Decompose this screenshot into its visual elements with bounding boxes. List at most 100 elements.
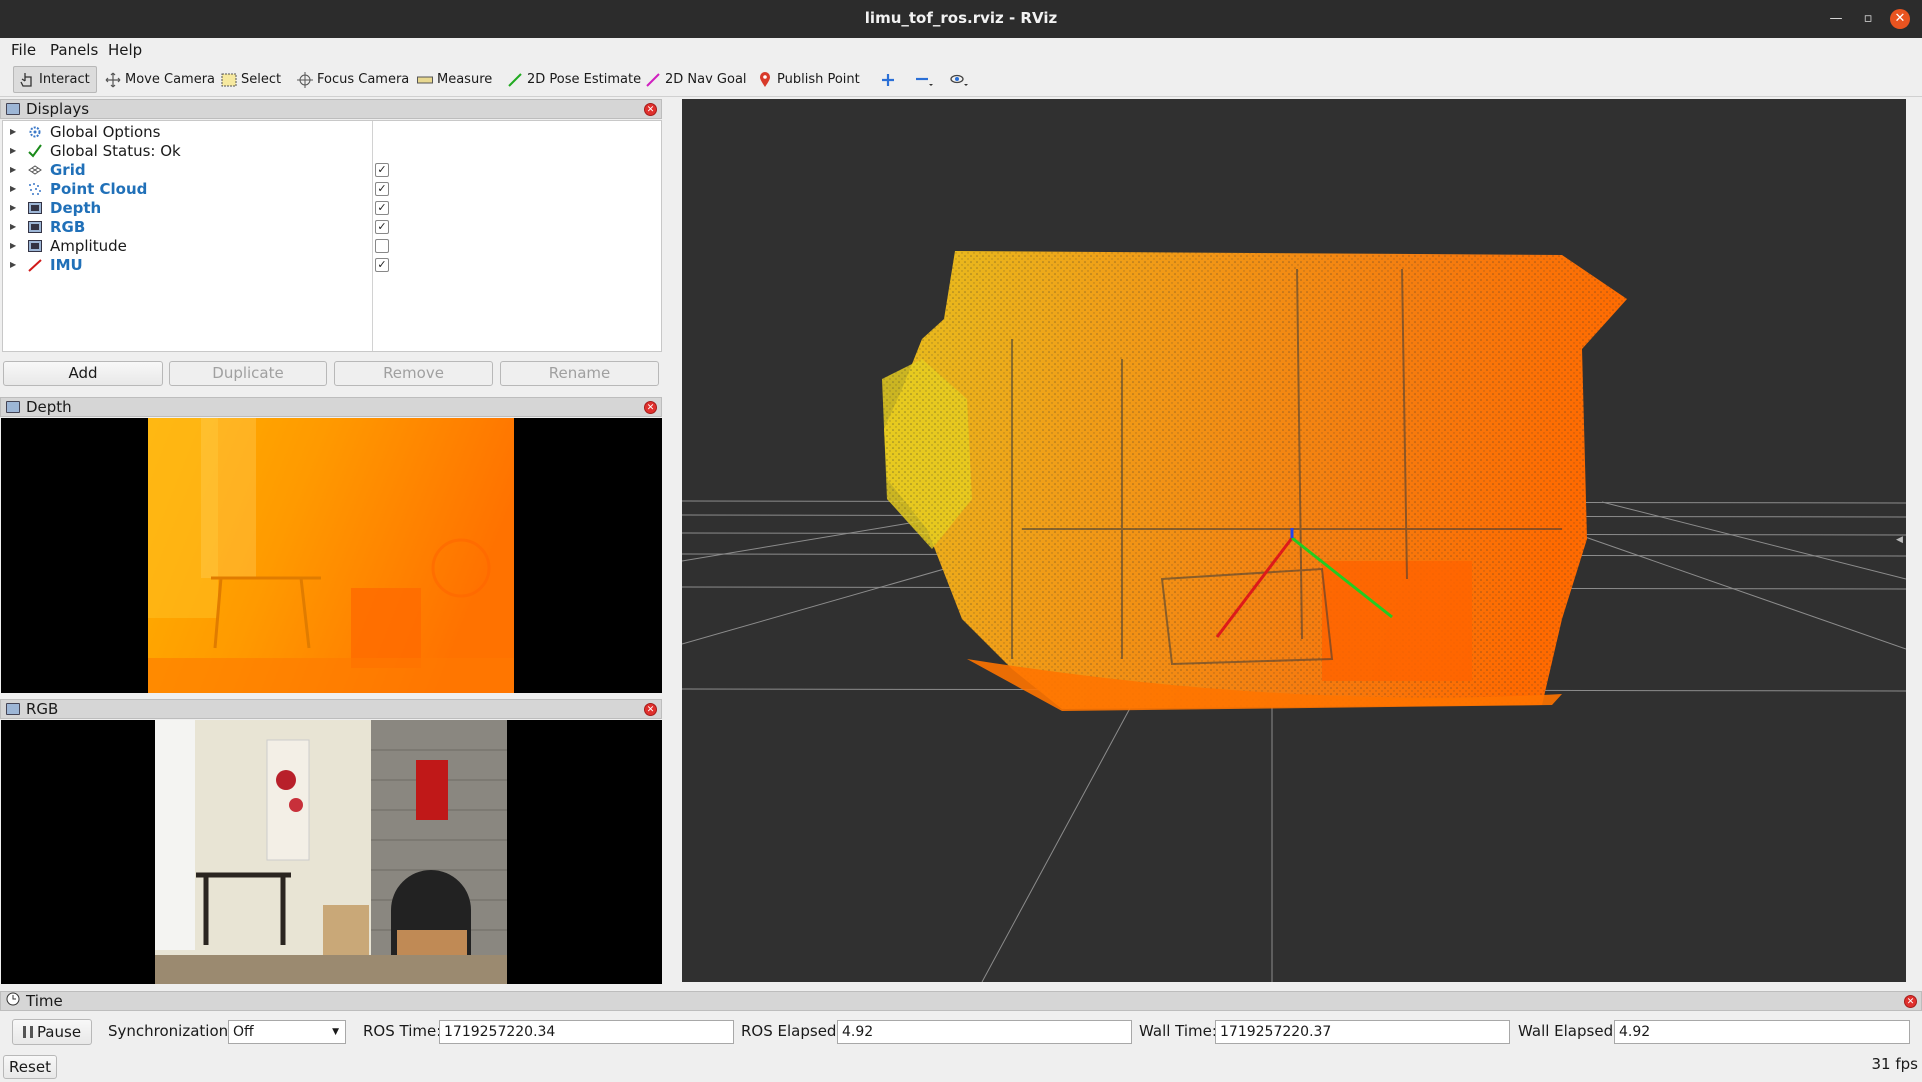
display-row-grid[interactable]: ▶ Grid — [3, 160, 661, 179]
remove-display-button[interactable]: Remove — [334, 361, 493, 386]
interact-tool-button[interactable]: Interact — [13, 66, 97, 93]
time-panel-header: Time ✕ — [0, 991, 1922, 1011]
collapse-right-icon[interactable]: ◀ — [1896, 535, 1904, 547]
displays-panel-title: Displays — [26, 100, 90, 118]
interact-tool-label: Interact — [39, 72, 90, 87]
close-depth-panel-icon[interactable]: ✕ — [644, 401, 657, 414]
grid-enabled-checkbox[interactable]: ✓ — [375, 163, 389, 177]
menu-help[interactable]: Help — [108, 41, 142, 59]
move-camera-tool-button[interactable]: Move Camera — [100, 66, 220, 93]
maximize-icon[interactable]: ▫ — [1858, 9, 1878, 29]
move-arrows-icon — [105, 72, 121, 88]
synchronization-label: Synchronization: — [108, 1022, 234, 1040]
reset-button[interactable]: Reset — [3, 1055, 57, 1079]
tool-bar: Interact Move Camera Select Focus Camera… — [0, 62, 1922, 97]
point-cloud-render — [682, 251, 1906, 982]
display-row-rgb[interactable]: ▶ RGB — [3, 217, 661, 236]
pose-estimate-tool-label: 2D Pose Estimate — [527, 72, 642, 87]
point-cloud-shape — [882, 251, 1627, 711]
depth-image — [148, 418, 514, 693]
ros-time-label: ROS Time: — [363, 1022, 442, 1040]
rename-display-button[interactable]: Rename — [500, 361, 659, 386]
green-arrow-icon — [507, 72, 523, 88]
time-panel-title: Time — [26, 992, 63, 1010]
nav-goal-tool-button[interactable]: 2D Nav Goal — [640, 66, 752, 93]
rgb-image — [155, 720, 507, 984]
expand-arrow-icon[interactable]: ▶ — [10, 184, 20, 193]
monitor-icon — [6, 103, 20, 115]
window-title: limu_tof_ros.rviz - RViz — [864, 9, 1058, 27]
pause-button[interactable]: Pause — [12, 1019, 92, 1045]
publish-point-tool-button[interactable]: Publish Point — [752, 66, 865, 93]
menu-file[interactable]: File — [11, 41, 36, 59]
rgb-panel-title: RGB — [26, 700, 59, 718]
grid-icon — [26, 164, 44, 176]
rgb-enabled-checkbox[interactable]: ✓ — [375, 220, 389, 234]
depth-image-view — [1, 418, 662, 693]
wall-time-field[interactable]: 1719257220.37 — [1215, 1020, 1510, 1044]
map-pin-icon — [757, 71, 773, 88]
focus-camera-tool-button[interactable]: Focus Camera — [292, 66, 414, 93]
expand-arrow-icon[interactable]: ▶ — [10, 203, 20, 212]
axes-icon — [26, 258, 44, 272]
display-row-imu[interactable]: ▶ IMU — [3, 255, 661, 274]
close-rgb-panel-icon[interactable]: ✕ — [644, 703, 657, 716]
minimize-icon[interactable]: — — [1826, 9, 1846, 29]
hand-cursor-icon — [19, 72, 35, 88]
expand-arrow-icon[interactable]: ▶ — [10, 127, 20, 136]
display-row-amplitude[interactable]: ▶ Amplitude — [3, 236, 661, 255]
image-icon — [26, 239, 44, 252]
remove-tool-icon[interactable] — [910, 66, 938, 93]
close-displays-panel-icon[interactable]: ✕ — [644, 103, 657, 116]
depth-enabled-checkbox[interactable]: ✓ — [375, 201, 389, 215]
add-display-button[interactable]: Add — [3, 361, 163, 386]
ros-time-field[interactable]: 1719257220.34 — [439, 1020, 734, 1044]
depth-panel-header: Depth ✕ — [0, 397, 662, 417]
expand-arrow-icon[interactable]: ▶ — [10, 146, 20, 155]
expand-arrow-icon[interactable]: ▶ — [10, 260, 20, 269]
pose-estimate-tool-button[interactable]: 2D Pose Estimate — [502, 66, 646, 93]
move-camera-tool-label: Move Camera — [125, 72, 216, 87]
select-tool-button[interactable]: Select — [216, 66, 286, 93]
display-label: IMU — [50, 255, 83, 274]
menu-bar: File Panels Help — [0, 38, 1922, 62]
display-row-global-options[interactable]: ▶ Global Options — [3, 122, 661, 141]
synchronization-select[interactable]: Off ▼ — [228, 1020, 346, 1044]
nav-goal-tool-label: 2D Nav Goal — [665, 72, 747, 87]
measure-tool-button[interactable]: Measure — [412, 66, 497, 93]
point-cloud-enabled-checkbox[interactable]: ✓ — [375, 182, 389, 196]
imu-enabled-checkbox[interactable]: ✓ — [375, 258, 389, 272]
display-label: RGB — [50, 217, 86, 236]
expand-arrow-icon[interactable]: ▶ — [10, 241, 20, 250]
amplitude-enabled-checkbox[interactable] — [375, 239, 389, 253]
wall-time-label: Wall Time: — [1139, 1022, 1217, 1040]
menu-panels[interactable]: Panels — [50, 41, 98, 59]
ros-elapsed-field[interactable]: 4.92 — [837, 1020, 1132, 1044]
close-time-panel-icon[interactable]: ✕ — [1904, 995, 1917, 1008]
display-label: Grid — [50, 160, 86, 179]
displays-panel-header: Displays ✕ — [0, 99, 662, 119]
3d-render-viewport[interactable]: ◀ ◀ — [682, 99, 1906, 982]
add-tool-icon[interactable] — [876, 66, 900, 93]
publish-point-tool-label: Publish Point — [777, 72, 860, 87]
display-label: Global Status: Ok — [50, 141, 181, 160]
expand-arrow-icon[interactable]: ▶ — [10, 165, 20, 174]
tool-properties-eye-icon[interactable] — [944, 66, 974, 93]
image-panel-icon — [6, 401, 20, 413]
expand-arrow-icon[interactable]: ▶ — [10, 222, 20, 231]
ros-elapsed-label: ROS Elapsed: — [741, 1022, 842, 1040]
window-titlebar: limu_tof_ros.rviz - RViz — ▫ ✕ — [0, 0, 1922, 38]
display-row-point-cloud[interactable]: ▶ Point Cloud — [3, 179, 661, 198]
checkmark-icon — [26, 143, 44, 158]
select-box-icon — [221, 72, 237, 88]
wall-elapsed-field[interactable]: 4.92 — [1614, 1020, 1910, 1044]
depth-panel-title: Depth — [26, 398, 72, 416]
display-row-global-status[interactable]: ▶ Global Status: Ok — [3, 141, 661, 160]
synchronization-value: Off — [233, 1024, 254, 1040]
display-row-depth[interactable]: ▶ Depth — [3, 198, 661, 217]
duplicate-display-button[interactable]: Duplicate — [169, 361, 327, 386]
display-label: Amplitude — [50, 236, 127, 255]
point-cloud-icon — [26, 182, 44, 196]
close-window-icon[interactable]: ✕ — [1890, 9, 1910, 29]
magenta-arrow-icon — [645, 72, 661, 88]
